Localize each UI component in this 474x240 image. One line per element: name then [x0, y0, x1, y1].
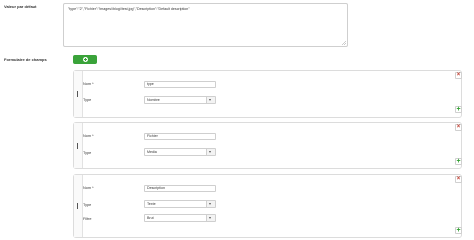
chevron-down-icon [206, 201, 215, 207]
name-input-3[interactable]: Description [144, 185, 216, 192]
filter-select-value-3: Brut [147, 216, 154, 220]
name-label-3: Nom * [83, 186, 94, 190]
close-icon: × [456, 124, 461, 130]
fields-form-label: Formulaire de champs [4, 57, 47, 62]
field-row-2: Nom * Fichier Type Media × + [73, 122, 462, 169]
name-label-2: Nom * [83, 134, 94, 138]
default-value-textarea[interactable]: "type":"2","Fichier":"images\/blog\/test… [63, 3, 348, 47]
default-value-label: Valeur par défaut [4, 4, 37, 9]
add-field-button[interactable] [73, 55, 97, 64]
default-value-text: "type":"2","Fichier":"images\/blog\/test… [68, 7, 190, 11]
drag-handle-2[interactable] [74, 123, 83, 168]
close-icon: × [456, 176, 461, 182]
plus-circle-icon [82, 57, 88, 62]
add-row-button-3[interactable]: + [455, 227, 462, 234]
drag-handle-3[interactable] [74, 175, 83, 237]
filter-select-3[interactable]: Brut [144, 214, 216, 222]
plus-icon: + [456, 106, 461, 113]
close-icon: × [456, 72, 461, 78]
resize-handle-icon[interactable] [342, 41, 346, 45]
type-select-value-1: Nombre [147, 98, 160, 102]
field-row-1: Nom * type Type Nombre × + [73, 70, 462, 118]
chevron-down-icon [206, 149, 215, 155]
chevron-down-icon [206, 215, 215, 221]
drag-handle-icon [77, 203, 78, 209]
type-select-value-2: Media [147, 150, 157, 154]
type-select-2[interactable]: Media [144, 148, 216, 156]
plus-icon: + [456, 158, 461, 165]
drag-handle-icon [77, 143, 78, 149]
delete-row-button-3[interactable]: × [455, 176, 462, 183]
drag-handle-1[interactable] [74, 71, 83, 117]
type-select-3[interactable]: Texte [144, 200, 216, 208]
name-input-1[interactable]: type [144, 81, 216, 88]
type-label-1: Type [83, 98, 92, 102]
name-label-1: Nom * [83, 82, 94, 86]
type-label-3: Type [83, 203, 92, 207]
name-input-2[interactable]: Fichier [144, 133, 216, 140]
chevron-down-icon [206, 97, 215, 103]
delete-row-button-1[interactable]: × [455, 72, 462, 79]
type-select-value-3: Texte [147, 202, 156, 206]
filter-label-3: Filtre [83, 217, 92, 221]
add-row-button-1[interactable]: + [455, 106, 462, 113]
add-row-button-2[interactable]: + [455, 158, 462, 165]
type-select-1[interactable]: Nombre [144, 96, 216, 104]
drag-handle-icon [77, 91, 78, 97]
field-row-3: Nom * Description Type Texte Filtre Brut… [73, 174, 462, 238]
delete-row-button-2[interactable]: × [455, 124, 462, 131]
plus-icon: + [456, 227, 461, 234]
type-label-2: Type [83, 151, 92, 155]
